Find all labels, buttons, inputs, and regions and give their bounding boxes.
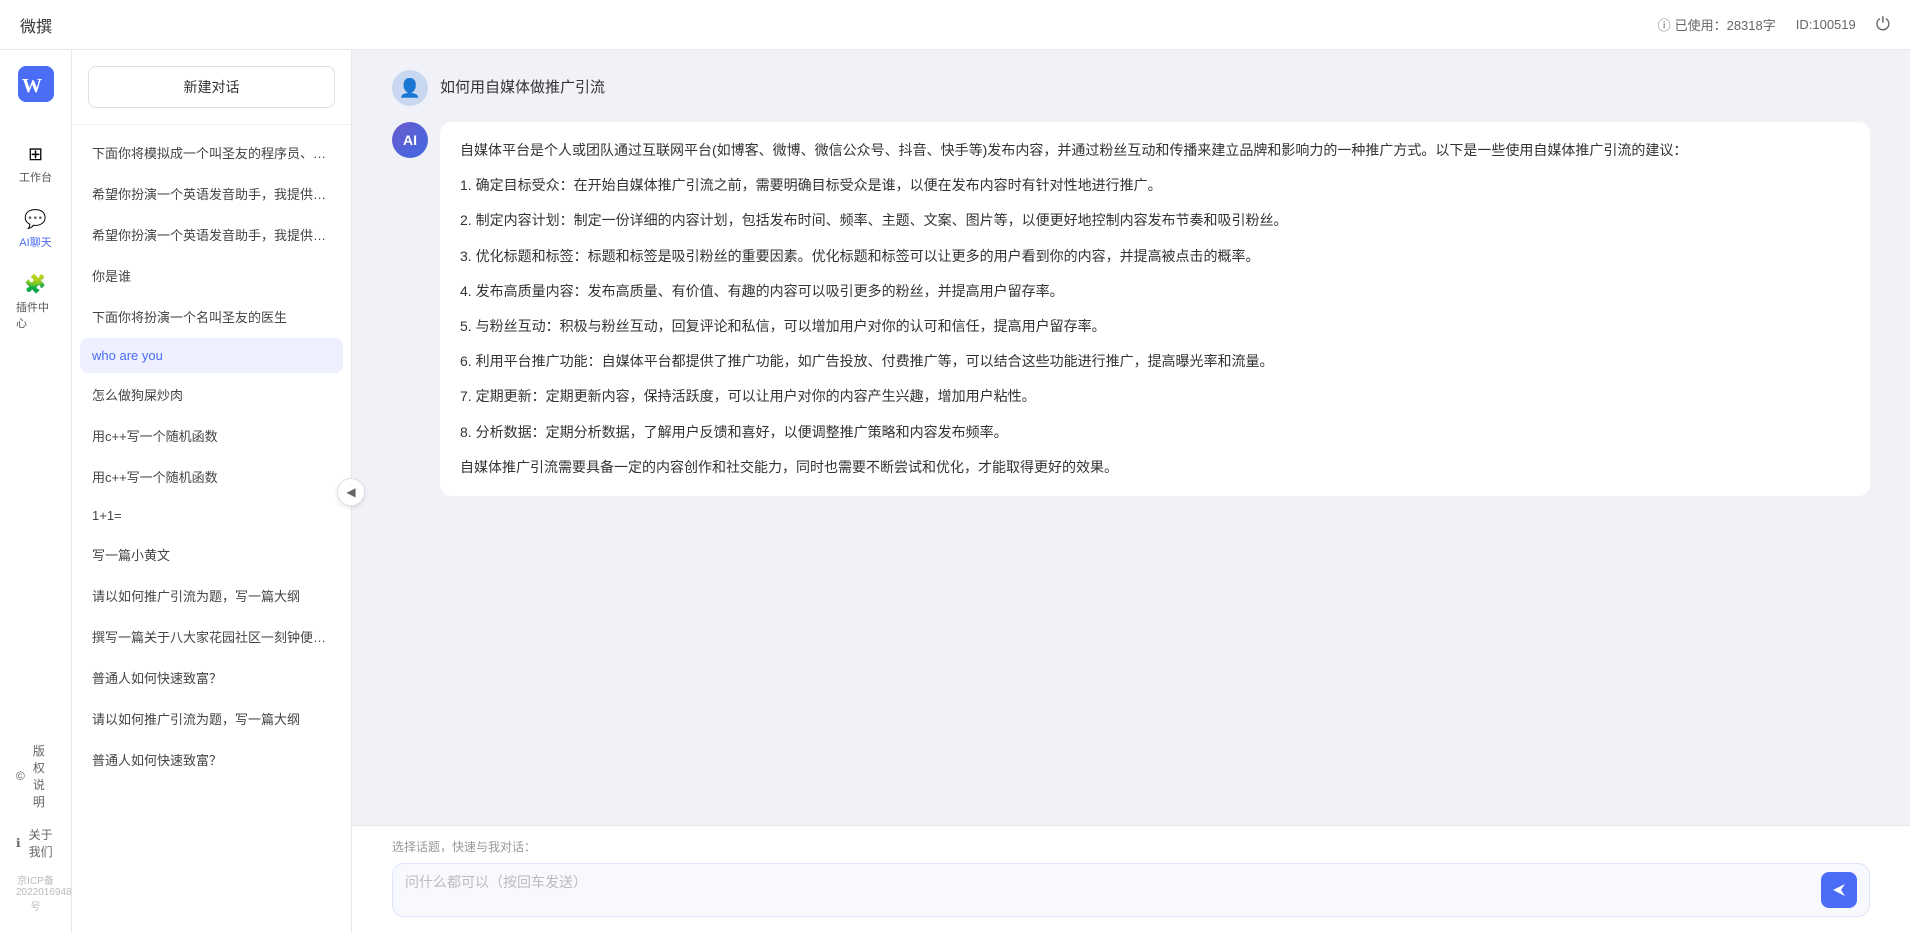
user-message: 👤 如何用自媒体做推广引流 — [392, 70, 1870, 106]
main-layout: W ⊞ 工作台 💬 AI聊天 🧩 插件中心 © 版权说明 ℹ 关于我们 京ICP… — [0, 50, 1910, 933]
sidebar-item-about[interactable]: ℹ 关于我们 — [8, 818, 63, 868]
ai-avatar: AI — [392, 122, 428, 158]
chat-input-area: 选择话题，快速与我对话： — [352, 825, 1910, 933]
conv-item[interactable]: 希望你扮演一个英语发音助手，我提供给你... — [80, 215, 343, 254]
plugin-icon: 🧩 — [24, 274, 46, 295]
ai-paragraph: 自媒体平台是个人或团队通过互联网平台(如博客、微博、微信公众号、抖音、快手等)发… — [460, 138, 1850, 163]
power-icon[interactable]: ⏻ — [1876, 14, 1890, 35]
copyright-icon: © — [16, 769, 25, 783]
topbar-title: 微撰 — [20, 13, 52, 37]
chat-messages: 👤 如何用自媒体做推广引流 AI 自媒体平台是个人或团队通过互联网平台(如博客、… — [352, 50, 1910, 825]
conv-item[interactable]: 用c++写一个随机函数 — [80, 457, 343, 496]
icp-info: 京ICP备2022016948号 — [8, 868, 63, 917]
conv-item[interactable]: 撰写一篇关于八大家花园社区一刻钟便民生... — [80, 617, 343, 656]
quick-topic-label: 选择话题，快速与我对话： — [392, 838, 1870, 855]
user-message-text: 如何用自媒体做推广引流 — [440, 70, 605, 97]
ai-paragraph: 3. 优化标题和标签：标题和标签是吸引粉丝的重要因素。优化标题和标签可以让更多的… — [460, 244, 1850, 269]
conv-item[interactable]: 怎么做狗屎炒肉 — [80, 375, 343, 414]
conv-item[interactable]: who are you — [80, 338, 343, 373]
conv-item[interactable]: 下面你将模拟成一个叫圣友的程序员、我说... — [80, 133, 343, 172]
conv-item[interactable]: 普通人如何快速致富？ — [80, 740, 343, 779]
input-box-wrapper — [392, 863, 1870, 917]
workspace-label: 工作台 — [19, 169, 52, 185]
app-logo: W — [18, 66, 54, 102]
sidebar-item-aichat[interactable]: 💬 AI聊天 — [8, 199, 63, 260]
conv-list: 下面你将模拟成一个叫圣友的程序员、我说...希望你扮演一个英语发音助手，我提供给… — [72, 125, 351, 933]
plugin-label: 插件中心 — [16, 299, 55, 331]
conv-item[interactable]: 下面你将扮演一个名叫圣友的医生 — [80, 297, 343, 336]
conv-item[interactable]: 1+1= — [80, 498, 343, 533]
sidebar-item-plugin[interactable]: 🧩 插件中心 — [8, 264, 63, 341]
conv-item[interactable]: 你是谁 — [80, 256, 343, 295]
conv-item[interactable]: 请以如何推广引流为题，写一篇大纲 — [80, 576, 343, 615]
send-button[interactable] — [1821, 872, 1857, 908]
nav-bottom: © 版权说明 ℹ 关于我们 京ICP备2022016948号 — [0, 734, 71, 917]
conv-item[interactable]: 普通人如何快速致富？ — [80, 658, 343, 697]
copyright-label: 版权说明 — [33, 742, 55, 810]
chat-input[interactable] — [405, 872, 1813, 908]
ai-paragraph: 自媒体推广引流需要具备一定的内容创作和社交能力，同时也需要不断尝试和优化，才能取… — [460, 455, 1850, 480]
ai-paragraph: 4. 发布高质量内容：发布高质量、有价值、有趣的内容可以吸引更多的粉丝，并提高用… — [460, 279, 1850, 304]
conv-item[interactable]: 写一篇小黄文 — [80, 535, 343, 574]
send-icon — [1831, 882, 1847, 898]
topbar-id: ID:100519 — [1796, 17, 1856, 32]
user-avatar: 👤 — [392, 70, 428, 106]
ai-paragraph: 6. 利用平台推广功能：自媒体平台都提供了推广功能，如广告投放、付费推广等，可以… — [460, 349, 1850, 374]
about-icon: ℹ — [16, 836, 21, 850]
sidebar-nav: W ⊞ 工作台 💬 AI聊天 🧩 插件中心 © 版权说明 ℹ 关于我们 京ICP… — [0, 50, 72, 933]
conv-item[interactable]: 请以如何推广引流为题，写一篇大纲 — [80, 699, 343, 738]
ai-paragraph: 8. 分析数据：定期分析数据，了解用户反馈和喜好，以便调整推广策略和内容发布频率… — [460, 420, 1850, 445]
conv-panel: 新建对话 下面你将模拟成一个叫圣友的程序员、我说...希望你扮演一个英语发音助手… — [72, 50, 352, 933]
sidebar-item-copyright[interactable]: © 版权说明 — [8, 734, 63, 818]
collapse-panel-button[interactable]: ◀ — [337, 478, 365, 506]
new-conversation-button[interactable]: 新建对话 — [88, 66, 335, 108]
ai-paragraph: 2. 制定内容计划：制定一份详细的内容计划，包括发布时间、频率、主题、文案、图片… — [460, 208, 1850, 233]
ai-paragraph: 7. 定期更新：定期更新内容，保持活跃度，可以让用户对你的内容产生兴趣，增加用户… — [460, 384, 1850, 409]
sidebar-item-workspace[interactable]: ⊞ 工作台 — [8, 134, 63, 195]
topbar: 微撰 ⓘ 已使用：28318字 ID:100519 ⏻ — [0, 0, 1910, 50]
about-label: 关于我们 — [29, 826, 55, 860]
topbar-usage: ⓘ 已使用：28318字 — [1658, 15, 1776, 34]
ai-message: AI 自媒体平台是个人或团队通过互联网平台(如博客、微博、微信公众号、抖音、快手… — [392, 122, 1870, 496]
ai-paragraph: 5. 与粉丝互动：积极与粉丝互动，回复评论和私信，可以增加用户对你的认可和信任，… — [460, 314, 1850, 339]
workspace-icon: ⊞ — [28, 144, 43, 165]
aichat-icon: 💬 — [24, 209, 46, 230]
conv-item[interactable]: 用c++写一个随机函数 — [80, 416, 343, 455]
ai-paragraph: 1. 确定目标受众：在开始自媒体推广引流之前，需要明确目标受众是谁，以便在发布内… — [460, 173, 1850, 198]
conv-item[interactable]: 希望你扮演一个英语发音助手，我提供给你... — [80, 174, 343, 213]
ai-message-content: 自媒体平台是个人或团队通过互联网平台(如博客、微博、微信公众号、抖音、快手等)发… — [440, 122, 1870, 496]
usage-text: 已使用：28318字 — [1675, 15, 1776, 34]
logo-area: W — [10, 66, 62, 102]
topbar-right: ⓘ 已使用：28318字 ID:100519 ⏻ — [1658, 14, 1890, 35]
usage-icon: ⓘ — [1658, 15, 1671, 34]
aichat-label: AI聊天 — [19, 234, 51, 250]
chat-area: 👤 如何用自媒体做推广引流 AI 自媒体平台是个人或团队通过互联网平台(如博客、… — [352, 50, 1910, 933]
svg-text:W: W — [22, 75, 42, 97]
conv-header: 新建对话 — [72, 50, 351, 125]
